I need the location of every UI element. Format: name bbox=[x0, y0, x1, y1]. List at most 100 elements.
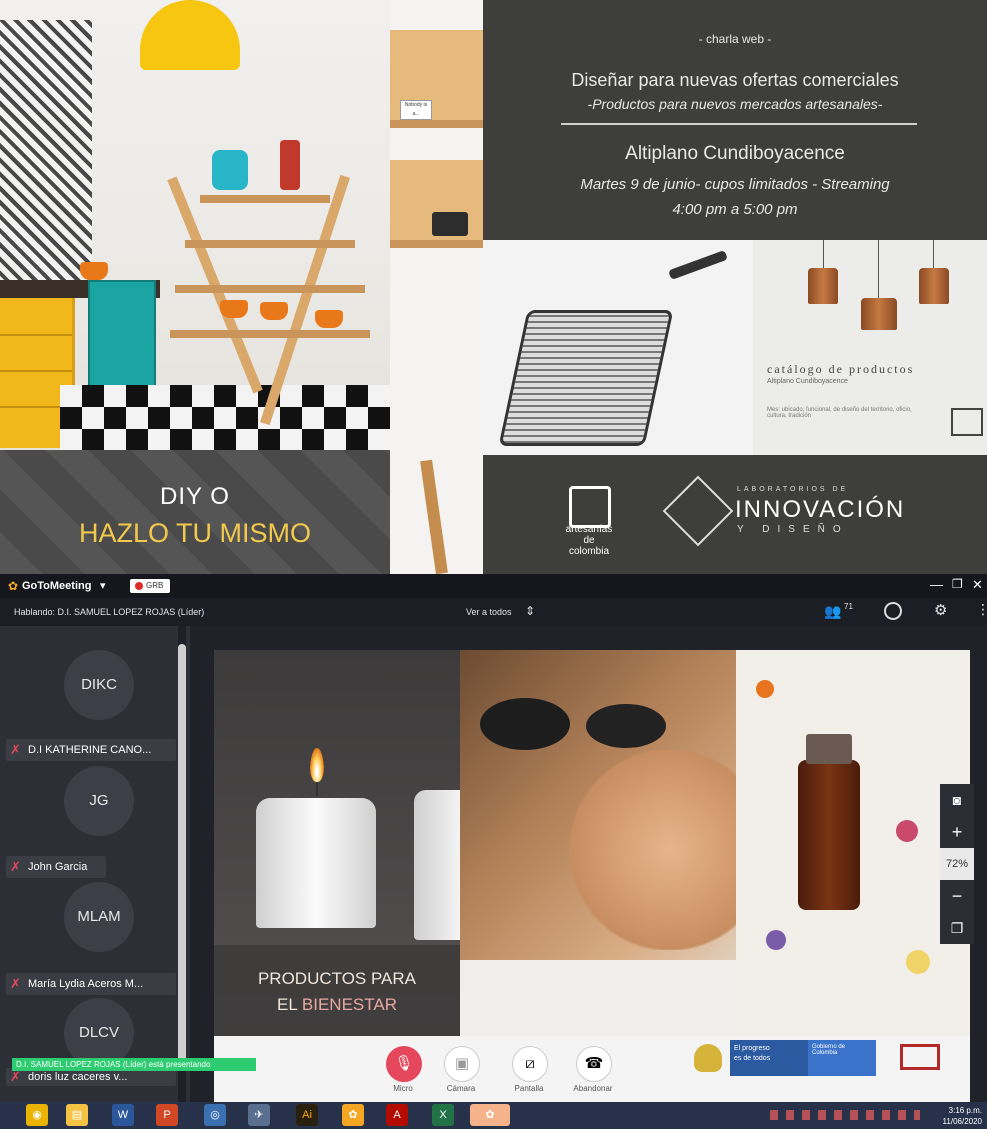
artesanias-line2: de colombia bbox=[568, 535, 610, 557]
catalog-description: Mes: ubicado, funcional, de diseño del t… bbox=[767, 407, 912, 419]
diy-title-line2: HAZLO TU MISMO bbox=[78, 518, 312, 548]
poster-date: Martes 9 de junio- cupos limitados - Str… bbox=[580, 176, 890, 193]
orange-pot bbox=[80, 262, 108, 280]
diy-caption-box: DIY O HAZLO TU MISMO bbox=[0, 450, 390, 574]
gov-banner-left: El progreso es de todos bbox=[730, 1040, 808, 1076]
artesanias-line1: artesanías bbox=[565, 524, 613, 535]
gotomeeting-active-icon[interactable]: ✿ bbox=[470, 1104, 510, 1126]
poster-region: Altiplano Cundiboyacence bbox=[625, 143, 845, 164]
hot-stone bbox=[586, 704, 666, 748]
bird-app-icon[interactable]: ✈ bbox=[248, 1104, 270, 1126]
poster-subtitle: -Productos para nuevos mercados artesana… bbox=[587, 96, 883, 112]
acrobat-icon[interactable]: A bbox=[386, 1104, 408, 1126]
dried-flower bbox=[766, 930, 786, 950]
screen-share-button[interactable]: ⧄ bbox=[512, 1046, 548, 1082]
illustrator-icon[interactable]: Ai bbox=[296, 1104, 318, 1126]
mic-muted-icon: ✗ bbox=[10, 859, 21, 874]
app-icon[interactable]: ◎ bbox=[204, 1104, 226, 1126]
chat-icon[interactable] bbox=[884, 602, 902, 620]
participant-name: María Lydia Aceros M... bbox=[28, 978, 144, 990]
powerpoint-icon[interactable]: P bbox=[156, 1104, 178, 1126]
gear-icon[interactable]: ⚙ bbox=[934, 601, 947, 619]
innovacion-top: LABORATORIOS DE bbox=[737, 486, 849, 493]
participant-name: John Garcia bbox=[28, 861, 88, 873]
leave-button[interactable]: ☎ bbox=[576, 1046, 612, 1082]
slide-caption-bienestar: BIENESTAR bbox=[301, 995, 397, 1014]
control-bar: 🎙 Micro ▣ Cámara ⧄ Pantalla ☎ Abandonar … bbox=[214, 1036, 970, 1102]
white-towel bbox=[460, 960, 736, 1036]
poster-kicker: - charla web - bbox=[698, 32, 772, 46]
slide-caption-el: EL bbox=[277, 995, 302, 1014]
gov-text-1: El progreso bbox=[734, 1045, 770, 1052]
minimize-icon[interactable]: — bbox=[930, 577, 943, 592]
lamp-wire bbox=[878, 240, 879, 300]
gotomeeting-logo-icon: ✿ bbox=[8, 579, 19, 593]
candle-flame bbox=[310, 748, 324, 782]
micro-button[interactable]: 🎙 bbox=[386, 1046, 422, 1082]
micro-label: Micro bbox=[393, 1084, 413, 1093]
participants-sidebar: DIKC ✗ D.I KATHERINE CANO... JG ✗ John G… bbox=[0, 626, 256, 1102]
app-name-menu[interactable]: GoToMeeting bbox=[22, 580, 91, 592]
sort-arrows-icon[interactable]: ⇕ bbox=[525, 604, 535, 618]
artesanias-logo-icon bbox=[569, 486, 611, 528]
title-bar: ✿ GoToMeeting ▾ GRB — ❐ ✕ bbox=[0, 574, 987, 598]
gotomeeting-taskbar-icon[interactable]: ✿ bbox=[342, 1104, 364, 1126]
zoom-in-button[interactable]: + bbox=[940, 816, 974, 848]
avatar: DIKC bbox=[64, 650, 134, 720]
innovacion-logo-icon bbox=[662, 475, 734, 547]
chrome-icon[interactable]: ◉ bbox=[26, 1104, 48, 1126]
ladder-shelf bbox=[185, 240, 355, 248]
marker-pen bbox=[668, 250, 728, 280]
orange-pot bbox=[220, 300, 248, 318]
gov-text-2: es de todos bbox=[734, 1055, 771, 1062]
word-icon[interactable]: W bbox=[112, 1104, 134, 1126]
scrollbar-thumb[interactable] bbox=[178, 644, 186, 1064]
system-tray-icons[interactable] bbox=[770, 1110, 920, 1120]
dried-flower bbox=[906, 950, 930, 974]
lamp-wire bbox=[933, 240, 934, 270]
colombia-coat-of-arms bbox=[694, 1044, 722, 1072]
bottle-cap bbox=[806, 734, 852, 764]
fit-screen-icon[interactable]: ❐ bbox=[940, 912, 974, 944]
file-explorer-icon[interactable]: ▤ bbox=[66, 1104, 88, 1126]
copper-lamp bbox=[861, 298, 897, 330]
participant-name-bar[interactable]: ✗ María Lydia Aceros M... bbox=[6, 973, 176, 995]
copper-lamp bbox=[919, 268, 949, 304]
wooden-leg bbox=[420, 459, 448, 575]
camera-button[interactable]: ▣ bbox=[444, 1046, 480, 1082]
participant-name-bar[interactable]: ✗ D.I KATHERINE CANO... bbox=[6, 739, 176, 761]
view-mode-selector[interactable]: Ver a todos bbox=[466, 607, 512, 617]
diy-title-line1: DIY O bbox=[160, 483, 230, 510]
participant-name-bar[interactable]: ✗ John Garcia bbox=[6, 856, 106, 878]
camera-snapshot-icon[interactable]: ◙ bbox=[940, 784, 974, 816]
camera-label: Cámara bbox=[446, 1084, 476, 1093]
leave-label: Abandonar bbox=[573, 1084, 613, 1093]
wooden-shelf bbox=[390, 120, 483, 128]
recording-badge[interactable]: GRB bbox=[130, 579, 170, 593]
poster-title: Diseñar para nuevas ofertas comerciales bbox=[571, 70, 899, 90]
zoom-out-button[interactable]: − bbox=[940, 880, 974, 912]
avatar: MLAM bbox=[64, 882, 134, 952]
mic-muted-icon: ✗ bbox=[10, 1069, 21, 1084]
kitchen-photo bbox=[0, 0, 390, 450]
chevron-down-icon[interactable]: ▾ bbox=[100, 579, 106, 592]
checkered-floor bbox=[60, 385, 390, 450]
innovacion-bottom: Y DISEÑO bbox=[737, 524, 849, 535]
drawer-divider bbox=[0, 334, 72, 336]
participant-name: doris luz caceres v... bbox=[28, 1071, 128, 1083]
more-options-icon[interactable]: ⋮ bbox=[976, 601, 987, 618]
white-candle bbox=[256, 798, 376, 928]
excel-icon[interactable]: X bbox=[432, 1104, 454, 1126]
ladder-shelf bbox=[170, 330, 370, 338]
artesanias-small-logo bbox=[900, 1044, 940, 1070]
screen-share-label: Pantalla bbox=[514, 1084, 544, 1093]
clock[interactable]: 3:16 p.m. 11/06/2020 bbox=[936, 1105, 982, 1127]
attendees-icon[interactable]: 👥 bbox=[824, 603, 841, 620]
patterned-wall bbox=[0, 20, 92, 290]
yellow-pendant-lamp bbox=[140, 0, 240, 70]
gotomeeting-window: ✿ GoToMeeting ▾ GRB — ❐ ✕ Hablando: D.I.… bbox=[0, 574, 987, 1102]
close-icon[interactable]: ✕ bbox=[972, 577, 983, 593]
restore-icon[interactable]: ❐ bbox=[952, 577, 963, 591]
spa-panel bbox=[460, 650, 736, 1036]
red-blender bbox=[280, 140, 300, 190]
